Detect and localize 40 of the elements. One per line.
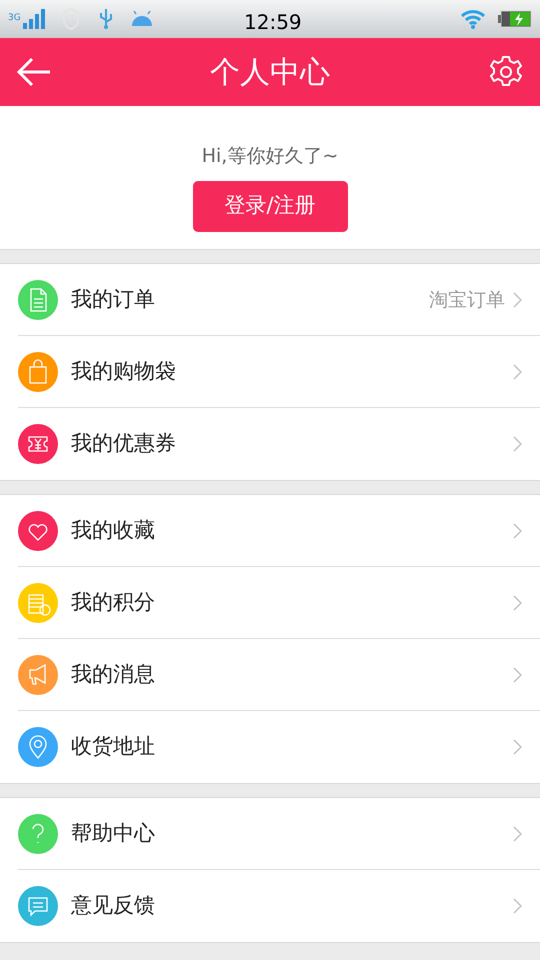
row-label: 意见反馈 <box>71 892 155 920</box>
android-icon <box>130 11 153 27</box>
row-label: 我的消息 <box>71 661 155 688</box>
chevron-icon <box>513 523 522 539</box>
chevron-icon <box>513 667 522 683</box>
chevron-icon <box>513 739 522 755</box>
back-icon[interactable] <box>17 57 51 87</box>
menu-row[interactable]: 我的积分 <box>0 567 540 639</box>
login-button[interactable]: 登录/注册 <box>192 180 348 232</box>
menu-row[interactable]: 我的收藏 <box>0 495 540 567</box>
menu-row[interactable]: 我的订单 淘宝订单 <box>0 264 540 336</box>
chevron-icon <box>513 364 522 380</box>
row-label: 我的订单 <box>71 286 155 314</box>
row-detail: 淘宝订单 <box>429 288 505 313</box>
menu-row[interactable]: 我的消息 <box>0 639 540 711</box>
greeting-text: Hi,等你好久了~ <box>202 144 338 169</box>
chevron-icon <box>513 898 522 914</box>
row-label: 收货地址 <box>71 733 155 760</box>
battery-icon <box>498 10 532 28</box>
network-label: 3G <box>8 12 21 26</box>
row-label: 我的收藏 <box>71 517 155 544</box>
chevron-icon <box>513 436 522 452</box>
chevron-icon <box>513 826 522 842</box>
row-label: 帮助中心 <box>71 820 155 848</box>
menu-row[interactable]: 帮助中心 <box>0 798 540 870</box>
usb-icon <box>98 8 113 30</box>
chevron-icon <box>513 292 522 308</box>
settings-icon[interactable] <box>489 55 523 89</box>
clock: 12:59 <box>244 9 302 36</box>
menu-row[interactable]: 我的优惠券 <box>0 408 540 480</box>
row-label: 我的购物袋 <box>71 358 176 386</box>
menu-row[interactable]: 收货地址 <box>0 711 540 783</box>
menu-row[interactable]: 我的购物袋 <box>0 336 540 408</box>
signal-icon <box>22 9 45 29</box>
chevron-icon <box>513 595 522 611</box>
menu-row[interactable]: 意见反馈 <box>0 870 540 942</box>
wifi-icon <box>460 9 486 29</box>
row-label: 我的积分 <box>71 589 155 616</box>
page-title: 个人中心 <box>210 54 330 92</box>
row-label: 我的优惠券 <box>71 430 176 458</box>
